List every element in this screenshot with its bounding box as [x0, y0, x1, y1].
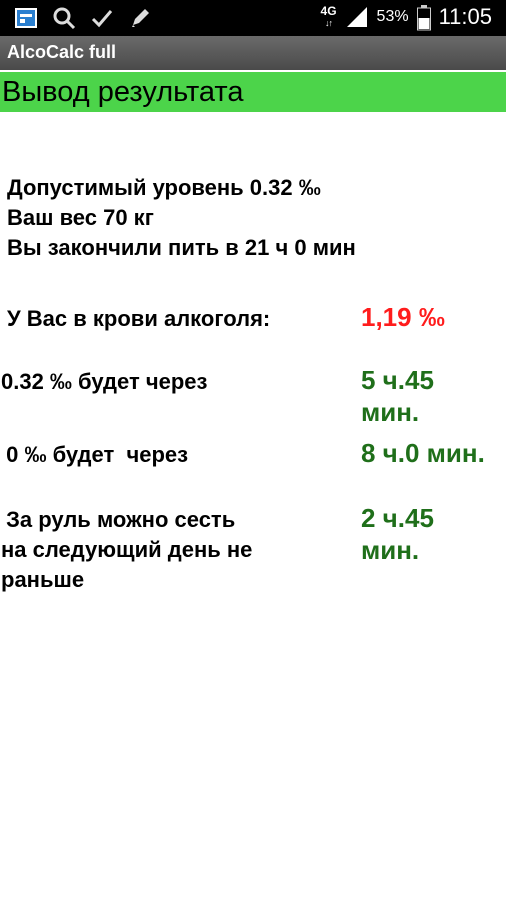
- data-arrows-icon: ↓↑: [325, 18, 333, 28]
- limit-time-label: 0.32 ‰ будет через: [1, 369, 208, 394]
- zero-time-label: 0 ‰ будет через: [0, 442, 189, 467]
- network-type: 4G: [320, 4, 337, 18]
- battery-icon: [416, 5, 431, 31]
- zero-time-value: 8 ч.0 мин.: [361, 438, 485, 468]
- pen-icon: [128, 6, 152, 30]
- drive-value-minutes: мин.: [361, 535, 420, 565]
- drive-label-line1: За руль можно сесть: [0, 507, 236, 532]
- status-bar: 4G ↓↑ 53% 11:05: [0, 0, 506, 36]
- screenshot-app-icon: [14, 6, 38, 30]
- check-icon: [90, 6, 114, 30]
- signal-icon: [345, 5, 369, 29]
- search-icon: [52, 6, 76, 30]
- drive-value-hours: 2 ч.45: [361, 503, 434, 533]
- battery-percent: 53%: [376, 8, 409, 25]
- network-indicator: 4G ↓↑: [321, 5, 337, 29]
- page-title: Вывод результата: [2, 76, 244, 108]
- weight-text: Ваш вес 70 кг: [7, 205, 154, 230]
- limit-time-value-minutes: мин.: [361, 397, 420, 427]
- blood-alcohol-value: 1,19 ‰: [361, 302, 445, 332]
- allowed-level-text: Допустимый уровень 0.32 ‰: [7, 175, 321, 200]
- finish-time-text: Вы закончили пить в 21 ч 0 мин: [7, 235, 356, 260]
- clock: 11:05: [438, 4, 492, 29]
- blood-alcohol-label: У Вас в крови алкоголя:: [7, 306, 271, 331]
- drive-label-line2: на следующий день не: [1, 537, 253, 562]
- result-header: Вывод результата: [0, 72, 506, 112]
- system-status: 4G ↓↑ 53% 11:05: [321, 4, 492, 31]
- notification-icons: [14, 6, 152, 30]
- drive-label-line3: раньше: [1, 567, 85, 592]
- app-title: AlcoCalc full: [7, 42, 117, 62]
- limit-time-value-hours: 5 ч.45: [361, 365, 434, 395]
- action-bar: AlcoCalc full: [0, 36, 506, 70]
